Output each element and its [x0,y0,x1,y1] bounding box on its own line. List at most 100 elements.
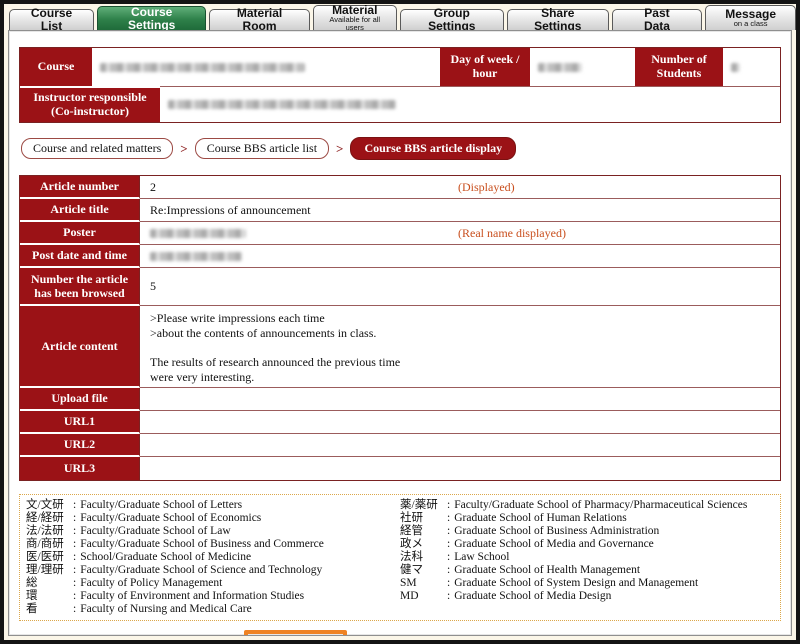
article-content-value: >Please write impressions each time >abo… [140,306,780,388]
legend-name: Faculty of Nursing and Medical Care [80,603,252,616]
instructor-row: Instructor responsible (Co-instructor) [20,86,780,122]
legend-colon: : [447,538,450,551]
legend-name: Faculty/Graduate School of Law [80,525,230,538]
legend-abbr: SM [400,577,447,590]
legend-abbr: 薬/薬研 [400,499,447,512]
legend-item: MD: Graduate School of Media Design [400,590,774,603]
legend-name: Faculty of Policy Management [80,577,222,590]
legend-item: 健マ:Graduate School of Health Management [400,564,774,577]
legend-item: 経管:Graduate School of Business Administr… [400,525,774,538]
article-content-row: Article content >Please write impression… [20,306,780,388]
tab-label: Share Settings [519,7,597,32]
tab-label: Course List [21,7,82,32]
legend-left-column: 文/文研:Faculty/Graduate School of Letters … [26,499,400,616]
legend-name: Faculty/Graduate School of Science and T… [80,564,322,577]
legend-abbr: 文/文研 [26,499,73,512]
breadcrumb-separator: > [180,141,187,157]
legend-colon: : [73,525,76,538]
course-value-cell [92,48,440,86]
number-of-students-value-cell [723,48,780,86]
legend-abbr: 経管 [400,525,447,538]
course-header-table: Course Day of week / hour Number of Stud… [19,47,781,123]
legend-name: Faculty/Graduate School of Letters [80,499,242,512]
legend-colon: : [73,564,76,577]
tab-share-settings[interactable]: Share Settings [507,9,609,30]
legend-abbr: 政メ [400,538,447,551]
legend-abbr: 法/法研 [26,525,73,538]
day-value-redacted [538,63,582,72]
tab-material-room[interactable]: Material Room [209,9,310,30]
legend-abbr: 医/医研 [26,551,73,564]
legend-item: 商/商研:Faculty/Graduate School of Business… [26,538,400,551]
legend-item: 看:Faculty of Nursing and Medical Care [26,603,400,616]
article-title-value: Re:Impressions of announcement [140,199,780,222]
legend-colon: : [447,590,450,603]
url1-value [140,411,780,434]
legend-colon: : [447,512,450,525]
legend-item: 政メ:Graduate School of Media and Governan… [400,538,774,551]
legend-name: Graduate School of System Design and Man… [454,577,698,590]
instructor-label: Instructor responsible (Co-instructor) [20,86,160,122]
post-date-label: Post date and time [20,245,140,268]
tab-course-list[interactable]: Course List [9,9,94,30]
upload-file-row: Upload file [20,388,780,411]
tab-past-data[interactable]: Past Data [612,9,703,30]
post-date-value [140,245,780,268]
breadcrumb-bbs-article-list[interactable]: Course BBS article list [195,138,329,159]
tab-bar: Course List Course Settings Material Roo… [4,4,796,30]
legend-right-column: 薬/薬研: Faculty/Graduate School of Pharmacy… [400,499,774,616]
legend-colon: : [73,499,76,512]
legend-abbr: MD [400,590,447,603]
tab-course-settings[interactable]: Course Settings [97,6,206,30]
tab-material-all-users[interactable]: Material Available for all users [313,5,397,30]
legend-colon: : [447,551,450,564]
legend-item: 薬/薬研:Faculty/Graduate School of Pharmacy… [400,499,774,512]
legend-name: Graduate School of Media Design [454,590,611,603]
real-name-note: (Real name displayed) [458,226,566,241]
main-panel: Course Day of week / hour Number of Stud… [8,30,792,636]
legend-colon: : [73,512,76,525]
legend-colon: : [447,525,450,538]
tab-label: Group Settings [412,7,492,32]
faculty-legend: 文/文研:Faculty/Graduate School of Letters … [19,494,781,621]
legend-abbr: 総 [26,577,73,590]
poster-label: Poster [20,222,140,245]
legend-item: 経/経研:Faculty/Graduate School of Economic… [26,512,400,525]
instructor-value-cell [160,86,780,122]
legend-colon: : [73,577,76,590]
course-header-row: Course Day of week / hour Number of Stud… [20,48,780,86]
legend-abbr: 商/商研 [26,538,73,551]
url1-label: URL1 [20,411,140,434]
course-value-redacted [100,63,305,72]
tab-message[interactable]: Message on a class [705,5,796,30]
breadcrumb-bbs-article-display: Course BBS article display [350,137,516,160]
legend-item: 社研:Graduate School of Human Relations [400,512,774,525]
article-number-value: 2 (Displayed) [140,176,780,199]
tab-label: Course Settings [109,6,194,31]
legend-abbr: 看 [26,603,73,616]
legend-item: 理/理研: Faculty/Graduate School of Science … [26,564,400,577]
legend-abbr: 健マ [400,564,447,577]
article-number-label: Article number [20,176,140,199]
legend-item: 環:Faculty of Environment and Information… [26,590,400,603]
post-date-redacted [150,252,242,261]
tab-group-settings[interactable]: Group Settings [400,9,504,30]
upload-file-value [140,388,780,411]
tab-sublabel: on a class [734,20,768,28]
browsed-count-value: 5 [140,268,780,306]
url1-row: URL1 [20,411,780,434]
upload-file-label: Upload file [20,388,140,411]
breadcrumb-separator: > [336,141,343,157]
article-title-row: Article title Re:Impressions of announce… [20,199,780,222]
number-of-students-label: Number of Students [635,48,723,86]
browsed-count-label: Number the article has been browsed [20,268,140,306]
legend-name: Faculty/Graduate School of Pharmacy/Phar… [454,499,747,512]
url3-label: URL3 [20,457,140,480]
poster-value: (Real name displayed) [140,222,780,245]
legend-item: 文/文研: Faculty/Graduate School of Letters [26,499,400,512]
legend-colon: : [447,577,450,590]
browsed-count-row: Number the article has been browsed 5 [20,268,780,306]
legend-abbr: 理/理研 [26,564,73,577]
poster-row: Poster (Real name displayed) [20,222,780,245]
breadcrumb-course-related-matters[interactable]: Course and related matters [21,138,173,159]
